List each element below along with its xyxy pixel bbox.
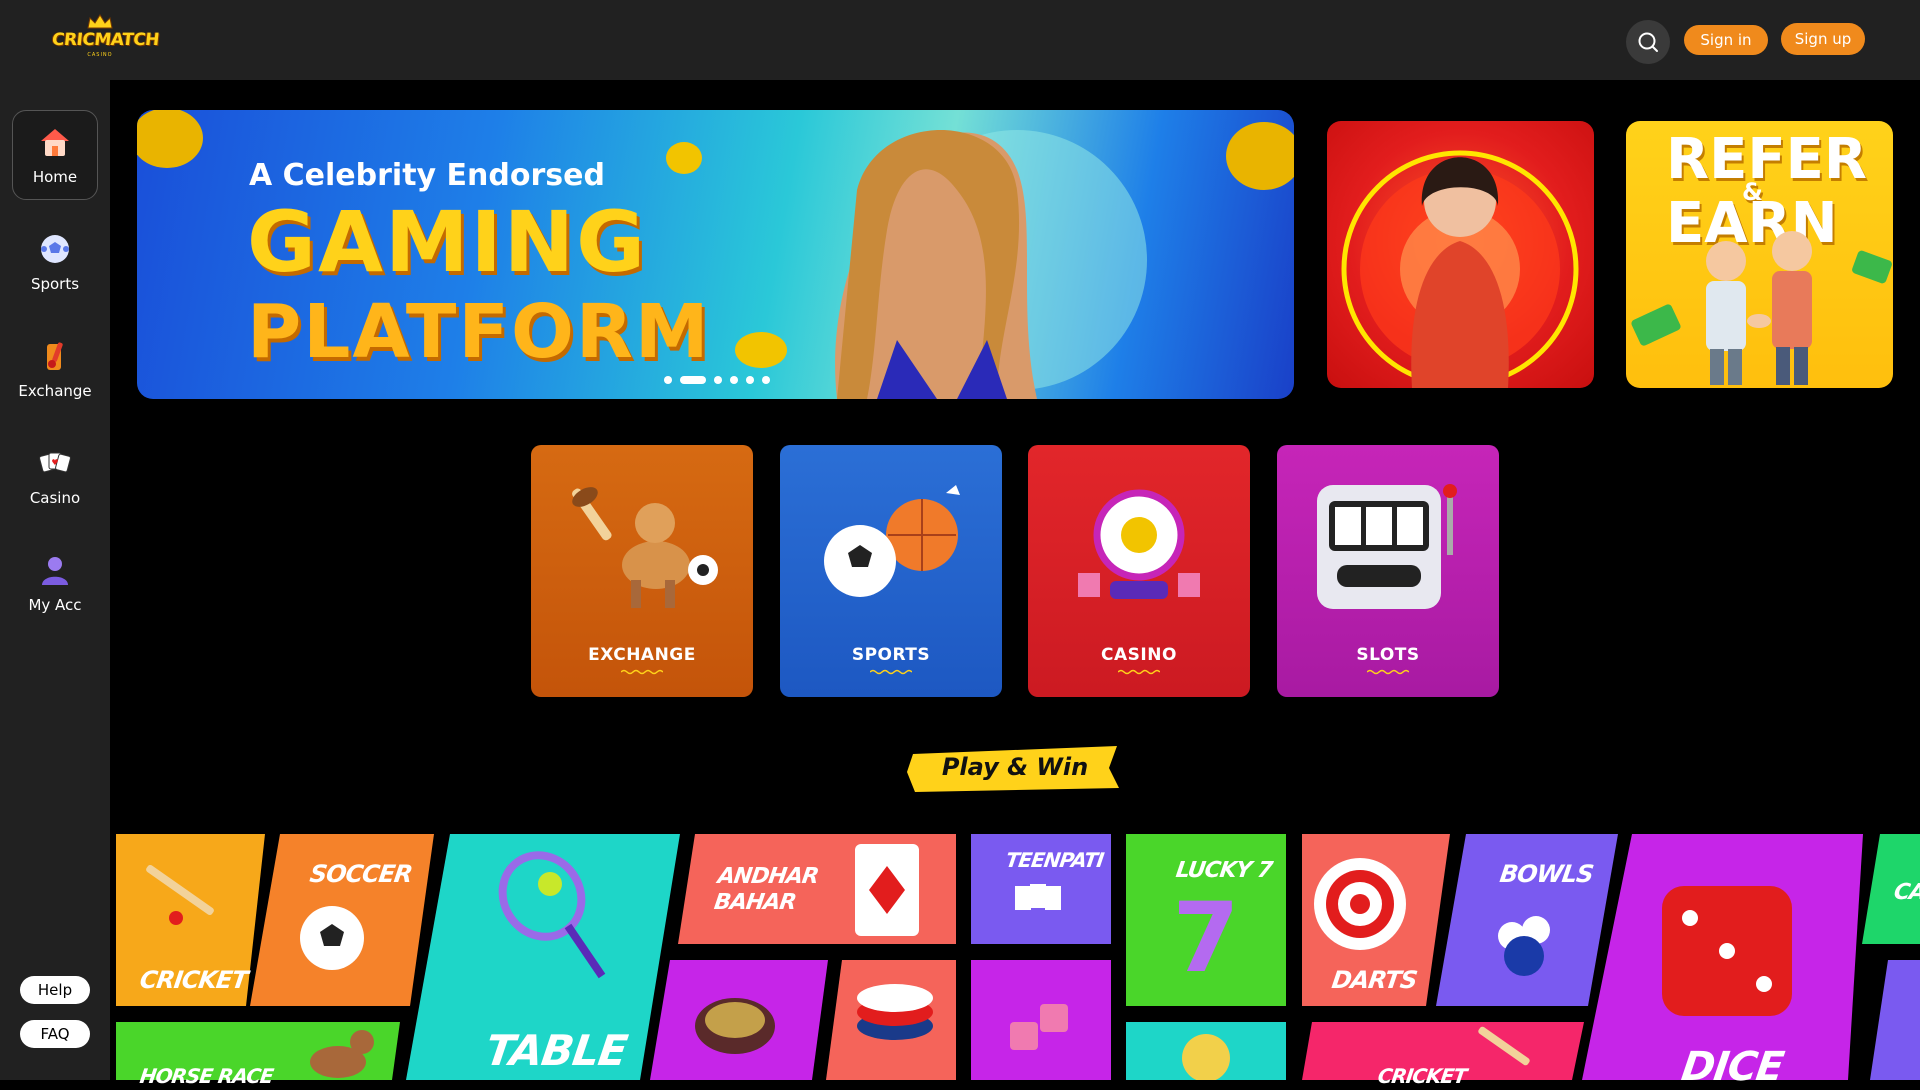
sidebar: Home Sports Exchange ♥ Casino My Acc Hel… [0, 80, 110, 1080]
wave-underline [1367, 669, 1409, 675]
category-label: SPORTS [851, 645, 931, 665]
game-tile-cards[interactable] [1862, 834, 1920, 1080]
user-icon [42, 557, 68, 585]
slot-machine-icon [1317, 484, 1457, 609]
horse-cricket-icon [572, 487, 718, 608]
top-bar: CRICMATCH CASINO Sign in Sign up [0, 0, 1920, 80]
game-label-cricket: CRICKET [138, 966, 249, 994]
casino-wheel-icon [1078, 489, 1200, 599]
category-slots[interactable]: SLOTS [1277, 445, 1499, 697]
hero-banner[interactable]: A Celebrity Endorsed GAMING PLATFORM [137, 110, 1294, 399]
game-tile-chips[interactable] [826, 960, 956, 1080]
play-win-heading: Play & Win [941, 753, 1089, 781]
game-label-cards: CA [1892, 880, 1920, 905]
game-label-cricket-2: CRICKET [1376, 1064, 1468, 1088]
game-label-horse-race: HORSE RACE [138, 1064, 275, 1088]
home-icon [41, 129, 69, 156]
game-tile-roulette[interactable] [650, 960, 828, 1080]
sidebar-item-exchange[interactable]: Exchange [12, 324, 98, 414]
sidebar-item-my-account[interactable]: My Acc [12, 538, 98, 628]
hero-headline-line2: PLATFORM [247, 289, 711, 375]
game-label-lucky-7: LUCKY 7 [1174, 858, 1274, 883]
category-casino[interactable]: CASINO [1028, 445, 1250, 697]
search-icon [1638, 32, 1658, 52]
category-sports[interactable]: SPORTS [780, 445, 1002, 697]
help-button[interactable]: Help [20, 976, 90, 1004]
faq-button[interactable]: FAQ [20, 1020, 90, 1048]
game-tile-volleyball[interactable] [1126, 1022, 1286, 1080]
category-label: CASINO [1101, 645, 1177, 665]
category-label: SLOTS [1356, 645, 1420, 665]
carousel-dot[interactable] [746, 376, 754, 384]
game-label-soccer: SOCCER [308, 860, 414, 888]
category-label: EXCHANGE [588, 645, 696, 665]
andhar-text: ANDHAR [716, 864, 820, 889]
sidebar-item-label: Sports [30, 275, 80, 293]
svg-text:7: 7 [1173, 882, 1240, 994]
game-label-dice: DICE [1678, 1044, 1786, 1090]
handshake-illustration [1631, 231, 1892, 385]
svg-text:♥: ♥ [51, 458, 58, 467]
carousel-dots [664, 376, 770, 384]
promo-casino-model[interactable] [1327, 121, 1594, 388]
roulette-wheel-illustration [1341, 150, 1579, 388]
soccer-ball-icon [41, 235, 69, 263]
bahar-text: BAHAR [712, 890, 798, 915]
carousel-dot[interactable] [714, 376, 722, 384]
game-label-bowls: BOWLS [1498, 860, 1595, 888]
promo-refer-and-earn[interactable]: REFER & EARN [1626, 121, 1893, 388]
sports-balls-icon [824, 485, 960, 597]
sign-in-button[interactable]: Sign in [1684, 25, 1768, 55]
sidebar-item-label: Exchange [18, 382, 92, 400]
carousel-dot[interactable] [664, 376, 672, 384]
wave-underline [870, 669, 912, 675]
carousel-dot[interactable] [730, 376, 738, 384]
sidebar-item-sports[interactable]: Sports [12, 217, 98, 307]
game-label-table: TABLE [482, 1026, 630, 1075]
hero-headline-line1: GAMING [247, 193, 648, 291]
sidebar-item-label: My Acc [28, 596, 82, 614]
crown-icon [87, 14, 113, 29]
hero-tagline: A Celebrity Endorsed [249, 158, 605, 193]
sidebar-item-label: Home [32, 168, 78, 186]
sign-up-button[interactable]: Sign up [1781, 23, 1865, 55]
wave-underline [1118, 669, 1160, 675]
search-button[interactable] [1626, 20, 1670, 64]
sidebar-item-home[interactable]: Home [12, 110, 98, 200]
logo-text: CRICMATCH [50, 30, 160, 50]
sidebar-item-label: Casino [29, 489, 81, 507]
site-logo[interactable]: CRICMATCH CASINO [50, 14, 160, 64]
logo-subtitle: CASINO [87, 52, 113, 58]
game-tile-dice-small[interactable] [971, 960, 1111, 1080]
carousel-dot-active[interactable] [680, 376, 706, 384]
wave-underline [621, 669, 663, 675]
playing-cards-icon: ♥ [39, 452, 71, 473]
game-label-andhar-bahar: ANDHAR BAHAR [712, 864, 819, 916]
sidebar-item-casino[interactable]: ♥ Casino [12, 431, 98, 521]
game-label-darts: DARTS [1330, 966, 1419, 994]
exchange-icon [47, 342, 63, 370]
carousel-dot[interactable] [762, 376, 770, 384]
category-exchange[interactable]: EXCHANGE [531, 445, 753, 697]
game-label-teenpati: TEENPATI [1004, 848, 1105, 872]
